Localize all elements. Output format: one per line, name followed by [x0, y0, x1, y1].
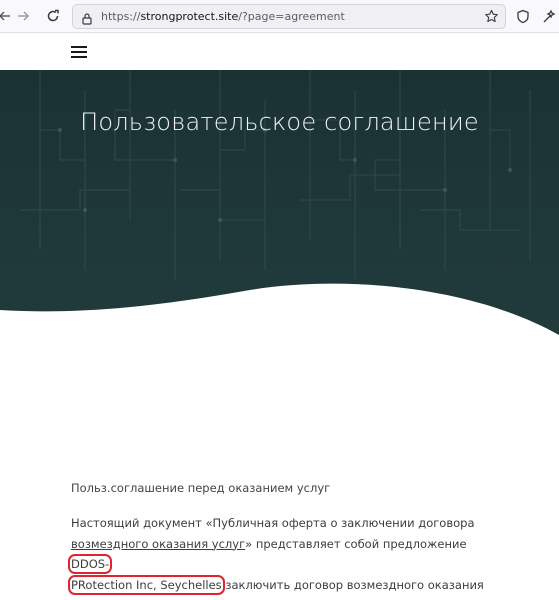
address-bar[interactable]: https://strongprotect.site/?page=agreeme… — [72, 4, 506, 29]
para-link[interactable]: возмездного оказания услуг — [71, 537, 245, 551]
agreement-content: Польз.соглашение перед оказанием услуг Н… — [67, 480, 491, 600]
section-subheading: Польз.соглашение перед оказанием услуг — [71, 481, 331, 495]
page-title: Пользовательское соглашение — [80, 108, 479, 136]
forward-arrow-icon[interactable] — [12, 5, 34, 27]
bookmark-star-icon[interactable] — [484, 9, 499, 28]
browser-toolbar: https://strongprotect.site/?page=agreeme… — [0, 0, 559, 33]
site-nav — [0, 34, 559, 70]
url-host: strongprotect.site — [140, 10, 239, 23]
hero-banner: Пользовательское соглашение — [0, 70, 559, 342]
url-text[interactable]: https://strongprotect.site/?page=agreeme… — [101, 10, 345, 23]
para-text-1: Настоящий документ «Публичная оферта о з… — [71, 516, 475, 530]
extensions-icon[interactable] — [538, 5, 559, 27]
shield-icon[interactable] — [512, 5, 534, 27]
agreement-paragraph: Настоящий документ «Публичная оферта о з… — [67, 513, 491, 600]
url-scheme: https:// — [101, 10, 141, 23]
company-name-highlight-1: DDOS- — [67, 554, 113, 574]
url-path: /?page=agreement — [238, 10, 345, 23]
para-text-2: » представляет собой предложение — [245, 536, 467, 551]
lock-icon[interactable] — [81, 10, 93, 29]
hamburger-menu-icon[interactable] — [71, 46, 87, 58]
company-name-highlight-2: PRotection Inc, Seychelles — [68, 574, 225, 595]
reload-icon[interactable] — [42, 5, 64, 27]
